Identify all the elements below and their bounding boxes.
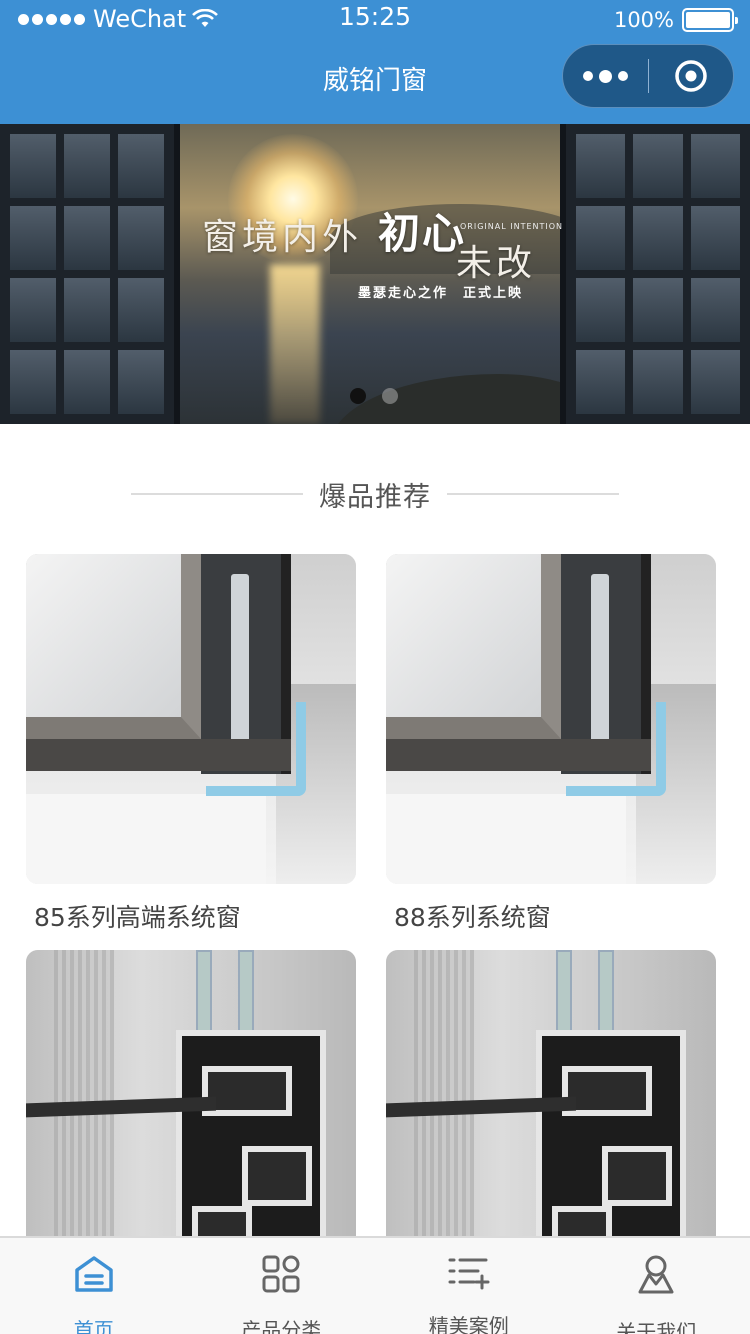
- carousel-dot-2[interactable]: [382, 388, 398, 404]
- banner-slogan-tail: 未改: [456, 243, 537, 284]
- product-card[interactable]: 88系列系统窗: [386, 554, 716, 934]
- top-bar: WeChat 15:25 100% 威铭门窗: [0, 0, 750, 124]
- section-line-left: [131, 493, 303, 495]
- tab-label: 关于我们: [616, 1320, 697, 1334]
- banner-slogan-emphasis: 初心: [378, 209, 467, 258]
- status-bar: WeChat 15:25 100%: [0, 0, 750, 40]
- product-card[interactable]: [386, 950, 716, 1280]
- product-image[interactable]: [386, 950, 716, 1280]
- banner-carousel[interactable]: 窗境内外 初心 ORIGINAL INTENTION 未改 墨瑟走心之作 正式上…: [0, 124, 750, 424]
- close-button[interactable]: [649, 45, 733, 107]
- section-header: 爆品推荐: [0, 474, 750, 514]
- case-list-icon: [448, 1258, 490, 1290]
- section-title: 爆品推荐: [319, 481, 431, 513]
- section-line-right: [447, 493, 619, 495]
- product-card[interactable]: [26, 950, 356, 1280]
- product-name[interactable]: 88系列系统窗: [386, 898, 716, 934]
- carousel-indicators: [350, 388, 398, 404]
- tab-cases[interactable]: 精美案例: [375, 1238, 563, 1334]
- carousel-dot-1[interactable]: [350, 388, 366, 404]
- battery-group: 100%: [613, 6, 738, 34]
- product-image[interactable]: [26, 950, 356, 1280]
- battery-icon: [682, 8, 738, 32]
- tab-about[interactable]: 关于我们: [563, 1238, 750, 1334]
- product-image[interactable]: [386, 554, 716, 884]
- product-image[interactable]: [26, 554, 356, 884]
- tab-label: 首页: [73, 1318, 114, 1334]
- tab-home[interactable]: 首页: [0, 1238, 188, 1334]
- more-button[interactable]: [563, 45, 648, 107]
- tab-bar: 首页 产品分类 精美案例 关于我们: [0, 1236, 750, 1334]
- banner-subtitle: 墨瑟走心之作 正式上映: [358, 286, 524, 301]
- banner-slogan: 窗境内外: [202, 217, 363, 258]
- category-grid-icon: [262, 1255, 300, 1293]
- close-target-icon: [675, 60, 707, 92]
- home-icon: [75, 1256, 113, 1292]
- mini-program-capsule: [562, 44, 734, 108]
- user-icon: [638, 1255, 674, 1294]
- banner-window-right: [560, 124, 750, 424]
- banner-window-left: [0, 124, 180, 424]
- tab-label: 产品分类: [241, 1318, 322, 1334]
- banner-slogan-english: ORIGINAL INTENTION: [460, 222, 564, 231]
- battery-percent: 100%: [613, 8, 674, 32]
- tab-category[interactable]: 产品分类: [188, 1238, 376, 1334]
- tab-label: 精美案例: [428, 1314, 509, 1334]
- banner-reflection: [270, 264, 320, 424]
- product-card[interactable]: 85系列高端系统窗: [26, 554, 356, 934]
- product-name[interactable]: 85系列高端系统窗: [26, 898, 356, 934]
